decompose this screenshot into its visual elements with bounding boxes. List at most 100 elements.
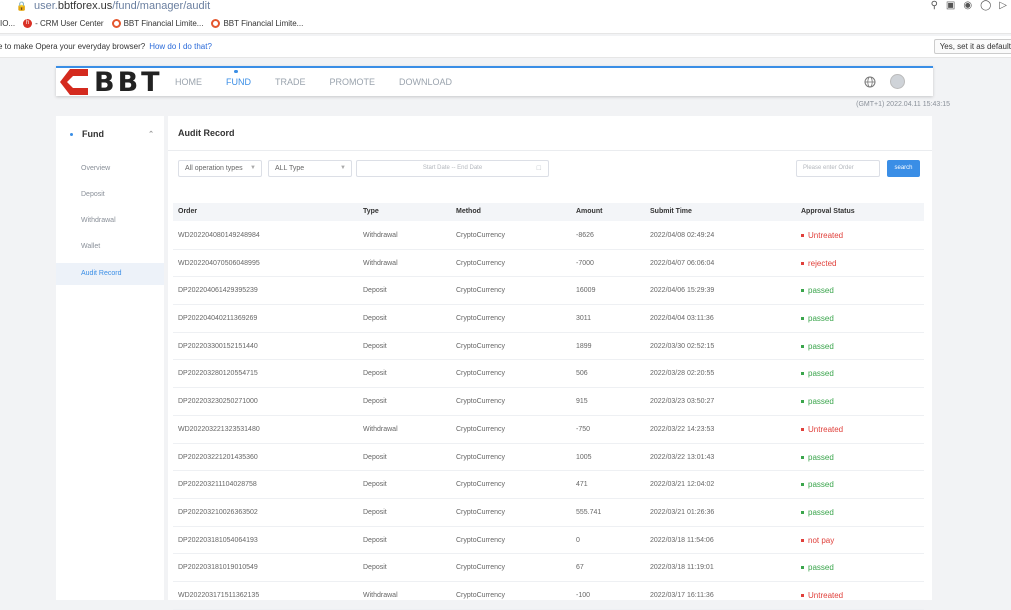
cell-type: Deposit: [363, 398, 387, 406]
status-badge: passed: [801, 277, 834, 304]
table-row: DP202203181054064193 Deposit CryptoCurrenc…: [173, 527, 924, 555]
status-text: passed: [808, 452, 834, 462]
cell-order: DP202203181019010549: [178, 564, 258, 572]
cell-method: CryptoCurrency: [456, 564, 506, 572]
status-text: Untreated: [808, 231, 844, 240]
nav-promote[interactable]: PROMOTE: [330, 77, 376, 87]
cell-method: CryptoCurrency: [456, 508, 506, 516]
status-badge: Untreated: [801, 582, 843, 609]
status-text: passed: [808, 397, 834, 407]
cell-amount: 915: [576, 398, 588, 406]
bookmark-item[interactable]: h- CRM User Center: [23, 19, 104, 28]
cell-order: DP202203210026363502: [178, 508, 258, 516]
cell-amount: -8626: [576, 232, 594, 239]
status-text: passed: [808, 563, 834, 573]
bookmarks-bar: IO... h- CRM User Center BBT Financial L…: [0, 14, 1011, 34]
column-header-order: Order: [178, 208, 198, 215]
cell-method: CryptoCurrency: [456, 453, 506, 461]
cell-amount: 506: [576, 370, 588, 378]
table-row: DP202203230250271000 Deposit CryptoCurrenc…: [173, 388, 924, 416]
status-text: passed: [808, 480, 834, 490]
sidebar-item-audit-record[interactable]: Audit Record: [56, 263, 164, 285]
sidebar-item-deposit[interactable]: Deposit: [56, 184, 164, 206]
order-search-input[interactable]: Please enter Order: [796, 160, 880, 177]
sidebar-item-wallet[interactable]: Wallet: [56, 236, 164, 258]
status-badge: passed: [801, 388, 834, 415]
cell-time: 2022/03/28 02:20:55: [650, 370, 715, 378]
browser-actions: ⚲ ▣ ◉ ◯ ▷: [931, 0, 1007, 11]
send-icon[interactable]: ▷: [999, 0, 1007, 11]
table-row: WD202204070506048995 Withdrawal CryptoCurr…: [173, 250, 924, 278]
nav-trade[interactable]: TRADE: [275, 77, 306, 87]
status-badge: passed: [801, 444, 834, 471]
bbt-logo[interactable]: BBT: [60, 67, 163, 98]
cell-order: DP202203211104028758: [178, 481, 257, 489]
url-text[interactable]: user.bbtforex.us/fund/manager/audit: [34, 0, 210, 12]
date-range-picker[interactable]: Start Date -- End Date □: [356, 160, 549, 177]
sidebar-section-fund[interactable]: Fund ⌃: [56, 116, 164, 152]
cell-order: WD202204080149248984: [178, 232, 260, 239]
cell-type: Withdrawal: [363, 425, 398, 433]
cell-amount: -100: [576, 591, 591, 599]
nav-home[interactable]: HOME: [175, 77, 202, 87]
cell-amount: -750: [576, 425, 591, 433]
cell-amount: 471: [576, 481, 588, 489]
caret-down-icon: ▼: [340, 165, 346, 171]
status-text: passed: [808, 286, 834, 296]
cell-amount: 1899: [576, 342, 592, 350]
shield-icon[interactable]: ◯: [980, 0, 991, 11]
search-button[interactable]: search: [887, 160, 920, 177]
cell-method: CryptoCurrency: [456, 536, 506, 544]
status-dot-icon: [801, 344, 804, 348]
status-dot-icon: [801, 483, 804, 487]
cell-time: 2022/04/07 06:06:04: [650, 259, 715, 267]
cell-method: CryptoCurrency: [456, 315, 506, 323]
status-dot-icon: [801, 317, 804, 321]
table-row: DP202204040211369269 Deposit CryptoCurrenc…: [173, 305, 924, 333]
status-dot-icon: [801, 455, 804, 459]
status-dot-icon: [801, 538, 804, 542]
status-badge: passed: [801, 333, 834, 360]
globe-icon[interactable]: [864, 76, 876, 88]
cell-method: CryptoCurrency: [456, 287, 506, 295]
search-icon[interactable]: ⚲: [931, 0, 938, 11]
cell-order: DP202203181054064193: [178, 536, 258, 544]
status-text: passed: [808, 314, 834, 324]
nav-download[interactable]: DOWNLOAD: [399, 77, 452, 87]
cell-type: Withdrawal: [363, 232, 398, 239]
column-header-method: Method: [456, 208, 481, 215]
cell-order: DP202203221201435360: [178, 453, 258, 461]
browser-address-bar[interactable]: 🔒 user.bbtforex.us/fund/manager/audit ⚲ …: [0, 0, 1011, 14]
column-header-submit-time: Submit Time: [650, 208, 692, 215]
snapshot-icon[interactable]: ▣: [946, 0, 955, 11]
cell-amount: 67: [576, 564, 584, 572]
type-select[interactable]: ALL Type ▼: [268, 160, 352, 177]
status-badge: rejected: [801, 250, 836, 277]
opera-help-link[interactable]: How do I do that?: [149, 42, 212, 51]
caret-down-icon: ▼: [250, 165, 256, 171]
sidebar-item-overview[interactable]: Overview: [56, 158, 164, 180]
status-text: passed: [808, 369, 834, 379]
set-default-button[interactable]: Yes, set it as default: [933, 39, 1011, 54]
status-dot-icon: [801, 261, 804, 265]
status-text: Untreated: [808, 424, 844, 434]
nav-fund[interactable]: FUND: [226, 70, 251, 87]
bookmark-item[interactable]: IO...: [0, 19, 15, 28]
status-badge: passed: [801, 305, 834, 332]
operation-type-select[interactable]: All operation types ▼: [178, 160, 262, 177]
cell-time: 2022/04/04 03:11:36: [650, 315, 714, 323]
cell-time: 2022/04/06 15:29:39: [650, 287, 715, 295]
status-text: passed: [808, 507, 834, 517]
bookmark-item[interactable]: BBT Financial Limite...: [211, 19, 303, 28]
chevron-up-icon: ⌃: [148, 131, 154, 138]
cell-order: WD202203221323531480: [178, 425, 260, 433]
cell-time: 2022/03/18 11:19:01: [650, 564, 714, 572]
column-header-type: Type: [363, 208, 379, 215]
camera-icon[interactable]: ◉: [963, 0, 972, 11]
bbt-favicon-icon: [211, 19, 221, 28]
status-text: rejected: [808, 258, 837, 268]
cell-time: 2022/03/17 16:11:36: [650, 591, 714, 599]
sidebar-item-withdrawal[interactable]: Withdrawal: [56, 210, 164, 232]
bookmark-item[interactable]: BBT Financial Limite...: [111, 19, 203, 28]
avatar[interactable]: [890, 74, 905, 89]
